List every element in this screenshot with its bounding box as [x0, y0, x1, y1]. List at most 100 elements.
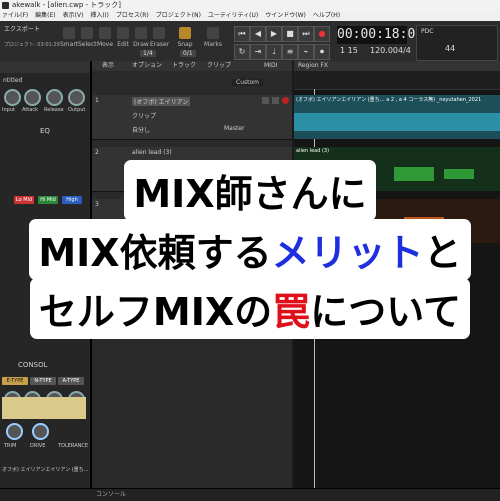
headline-line-3-accent: 罠: [272, 290, 311, 334]
headline-line-3-a: セルフMIXの: [38, 290, 273, 334]
tempo-display[interactable]: 120.00: [370, 46, 398, 55]
tab-clip[interactable]: クリップ: [207, 61, 231, 71]
headline-line-3: セルフMIXの罠について: [0, 281, 500, 336]
automation-button[interactable]: ⌁: [298, 44, 314, 60]
output-knob[interactable]: [68, 89, 85, 106]
menu-insert[interactable]: 挿入(I): [90, 11, 108, 21]
headline-line-2-a: MIX依頼する: [38, 231, 272, 275]
headline-line-2-box: MIX依頼するメリットと: [32, 222, 468, 277]
menu-help[interactable]: ヘルプ(H): [313, 11, 340, 21]
play-button[interactable]: ▶: [266, 26, 282, 42]
rewind-button[interactable]: ⏮: [234, 26, 250, 42]
meter-display[interactable]: 4/4: [398, 46, 411, 55]
tool-smart[interactable]: Smart: [60, 25, 78, 55]
headline-line-2: MIX依頼するメリットと: [0, 222, 500, 277]
release-knob[interactable]: [46, 89, 63, 106]
menu-bar: ァイル(F) 編集(E) 表示(V) 挿入(I) プロセス(R) プロジェクト(…: [0, 11, 500, 21]
tab-region-fx[interactable]: Region FX: [298, 61, 328, 71]
track-1-input[interactable]: クリップ: [132, 111, 156, 120]
export-label[interactable]: エクスポート: [4, 24, 40, 33]
marks-value[interactable]: 0/1: [180, 50, 196, 57]
record-button[interactable]: ●: [314, 26, 330, 42]
track-1-name[interactable]: (オフボ) エイリアン: [132, 97, 191, 106]
tab-track[interactable]: トラック: [172, 61, 196, 71]
track-1-number: 1: [95, 97, 99, 104]
drive-knob[interactable]: [32, 423, 49, 440]
track-2-name[interactable]: alien lead (3): [132, 149, 172, 156]
clip-1-label: (オフボ) エイリアンエイリアン (重ち… a 2 , a 4 コーラス無) _…: [296, 97, 482, 103]
snap-icon: [179, 27, 191, 39]
knob-label-attack: Attack: [22, 107, 38, 113]
headline-line-2-accent: メリット: [271, 231, 424, 275]
tab-options[interactable]: オプション: [132, 61, 162, 71]
snap-value[interactable]: 1/4: [140, 50, 156, 57]
track-tabs: 表示 オプション トラック クリップ MIDI: [92, 61, 292, 71]
track-1-aux[interactable]: 自分し: [132, 125, 150, 134]
project-name: プロジェクト: 03:01:29: [4, 42, 60, 48]
headline-line-1: MIX師さんに: [0, 163, 500, 218]
loop-button[interactable]: ↻: [234, 44, 250, 60]
app-icon: [2, 2, 9, 9]
menu-utility[interactable]: ユーティリティ(U): [208, 11, 258, 21]
edit-tool-icon: [117, 27, 129, 39]
clips-tabs: Region FX: [294, 61, 500, 71]
tool-edit[interactable]: Edit: [114, 25, 132, 55]
trim-label: TRIM: [4, 443, 17, 449]
scrub-button[interactable]: ≡: [282, 44, 298, 60]
back-button[interactable]: ◀: [250, 26, 266, 42]
bottom-bar: コンソール: [0, 488, 500, 501]
inspector-bottom-label: オフボ) エイリアンエイリアン (重ち...: [2, 467, 89, 473]
track-1-output[interactable]: Master: [224, 125, 245, 132]
stop-button[interactable]: ■: [282, 26, 298, 42]
headline-line-3-box: セルフMIXの罠について: [32, 281, 468, 336]
smart-tool-icon: [63, 27, 75, 39]
auto-punch-button[interactable]: ⏺: [314, 44, 330, 60]
n-type-button[interactable]: N-TYPE: [30, 377, 56, 385]
tool-move[interactable]: Move: [96, 25, 114, 55]
marks-icon: [207, 27, 219, 39]
console-label: CONSOL: [18, 361, 48, 369]
headline-line-2-c: と: [423, 231, 462, 275]
drive-label: DRIVE: [30, 443, 46, 449]
track-1-mute-button[interactable]: [262, 97, 269, 104]
menu-process[interactable]: プロセス(R): [116, 11, 149, 21]
menu-edit[interactable]: 編集(E): [35, 11, 55, 21]
tab-view[interactable]: 表示: [102, 61, 114, 71]
tab-midi[interactable]: MIDI: [264, 61, 277, 71]
tool-select[interactable]: Select: [78, 25, 97, 55]
timeline-ruler[interactable]: [294, 71, 500, 90]
a-type-button[interactable]: A-TYPE: [58, 377, 84, 385]
menu-window[interactable]: ウインドウ(W): [265, 11, 306, 21]
performance-panel: PDC 44: [416, 25, 498, 61]
menu-file[interactable]: ァイル(F): [2, 11, 28, 21]
menu-view[interactable]: 表示(V): [63, 11, 84, 21]
move-tool-icon: [99, 27, 111, 39]
knob-label-output: Output: [68, 107, 86, 113]
track-2-number: 2: [95, 149, 99, 156]
headline-line-3-c: について: [310, 290, 462, 334]
attack-knob[interactable]: [24, 89, 41, 106]
tolerance-label: TOLERANCE: [58, 443, 89, 449]
punch-button[interactable]: ⇥: [250, 44, 266, 60]
track-1-record-button[interactable]: [282, 97, 289, 104]
trim-knob[interactable]: [6, 423, 23, 440]
metronome-button[interactable]: ♩: [266, 44, 282, 60]
eraser-tool-icon: [153, 27, 165, 39]
input-knob[interactable]: [4, 89, 21, 106]
clip-1[interactable]: (オフボ) エイリアンエイリアン (重ち… a 2 , a 4 コーラス無) _…: [294, 95, 500, 139]
custom-dropdown[interactable]: Custom: [232, 79, 263, 86]
clip-1-waveform: [294, 113, 500, 131]
console-tab[interactable]: コンソール: [96, 489, 126, 501]
forward-button[interactable]: ⏭: [298, 26, 314, 42]
headline-line-1-text: MIX師さんに: [127, 163, 373, 218]
menu-project[interactable]: プロジェクト(N): [156, 11, 201, 21]
time-display: 00:00:18:00: [337, 26, 424, 44]
track-1[interactable]: 1 (オフボ) エイリアン クリップ 自分し Master: [92, 95, 292, 140]
knob-label-release: Release: [44, 107, 64, 113]
meter-value: 44: [445, 44, 456, 53]
track-1-solo-button[interactable]: [272, 97, 279, 104]
knob-label-input: Input: [2, 107, 15, 113]
e-type-button[interactable]: E-TYPE: [2, 377, 28, 385]
tool-marks[interactable]: Marks: [204, 25, 222, 55]
measure-display: 1 15: [340, 46, 358, 55]
